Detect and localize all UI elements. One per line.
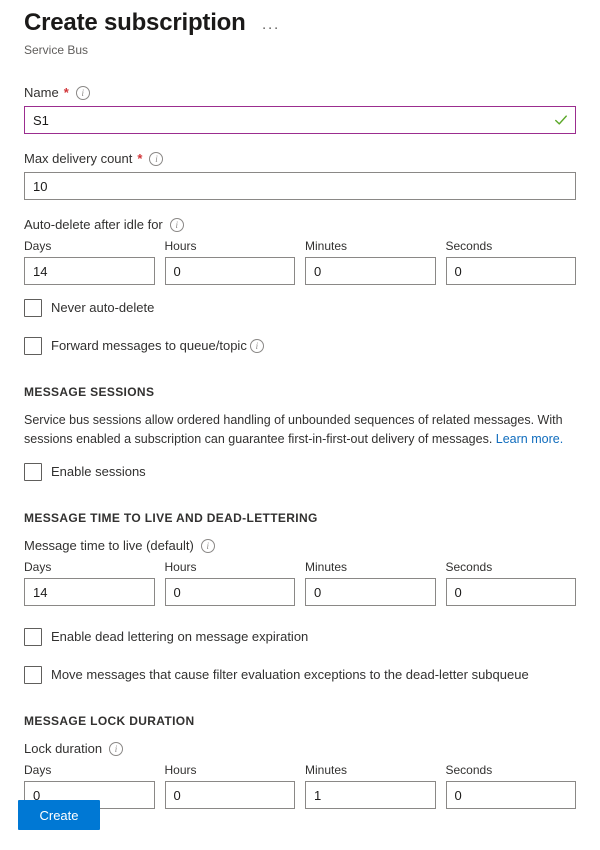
name-required-asterisk: * xyxy=(64,84,69,102)
name-label-row: Name * i xyxy=(24,84,576,102)
section-heading-message-sessions: MESSAGE SESSIONS xyxy=(24,385,576,399)
section-heading-lock-duration: MESSAGE LOCK DURATION xyxy=(24,714,576,728)
auto-delete-duration-group: Days Hours Minutes Seconds xyxy=(24,238,576,285)
auto-delete-seconds-label: Seconds xyxy=(446,238,577,254)
checkbox-label-text: Forward messages to queue/topic xyxy=(51,337,247,355)
ttl-duration-group: Days Hours Minutes Seconds xyxy=(24,559,576,606)
title-row: Create subscription ··· xyxy=(24,8,576,38)
name-label: Name xyxy=(24,84,59,102)
ttl-hours-label: Hours xyxy=(165,559,296,575)
checkbox-enable-dead-lettering[interactable]: Enable dead lettering on message expirat… xyxy=(24,628,576,646)
auto-delete-minutes-input[interactable] xyxy=(305,257,436,285)
auto-delete-days-label: Days xyxy=(24,238,155,254)
field-auto-delete: Auto-delete after idle for i Days Hours … xyxy=(24,216,576,285)
auto-delete-hours-input[interactable] xyxy=(165,257,296,285)
auto-delete-days-cell: Days xyxy=(24,238,155,285)
info-icon[interactable]: i xyxy=(201,539,215,553)
name-input-wrap xyxy=(24,106,576,134)
auto-delete-seconds-cell: Seconds xyxy=(446,238,577,285)
checkbox-box[interactable] xyxy=(24,463,42,481)
create-subscription-blade: Create subscription ··· Service Bus Name… xyxy=(0,0,600,850)
checkbox-label: Never auto-delete xyxy=(51,299,154,317)
blade-subtitle: Service Bus xyxy=(24,42,576,58)
form-body: Name * i Max delivery count * i A xyxy=(0,84,600,809)
info-icon[interactable]: i xyxy=(76,86,90,100)
ttl-hours-cell: Hours xyxy=(165,559,296,606)
ttl-hours-input[interactable] xyxy=(165,578,296,606)
name-input[interactable] xyxy=(24,106,576,134)
ttl-seconds-input[interactable] xyxy=(446,578,577,606)
message-sessions-description: Service bus sessions allow ordered handl… xyxy=(24,411,576,449)
field-max-delivery-count: Max delivery count * i xyxy=(24,150,576,200)
ttl-seconds-cell: Seconds xyxy=(446,559,577,606)
ttl-minutes-cell: Minutes xyxy=(305,559,436,606)
ttl-minutes-input[interactable] xyxy=(305,578,436,606)
ttl-days-cell: Days xyxy=(24,559,155,606)
lock-minutes-label: Minutes xyxy=(305,762,436,778)
info-icon[interactable]: i xyxy=(149,152,163,166)
ttl-label: Message time to live (default) xyxy=(24,537,194,555)
auto-delete-hours-cell: Hours xyxy=(165,238,296,285)
ttl-label-row: Message time to live (default) i xyxy=(24,537,576,555)
lock-seconds-label: Seconds xyxy=(446,762,577,778)
info-icon[interactable]: i xyxy=(250,339,264,353)
checkbox-label: Move messages that cause filter evaluati… xyxy=(51,666,529,684)
field-message-ttl: Message time to live (default) i Days Ho… xyxy=(24,537,576,606)
lock-duration-label-row: Lock duration i xyxy=(24,740,576,758)
blade-footer: Create xyxy=(0,800,600,850)
checkbox-move-filter-exceptions[interactable]: Move messages that cause filter evaluati… xyxy=(24,666,576,684)
lock-days-label: Days xyxy=(24,762,155,778)
max-delivery-count-input[interactable] xyxy=(24,172,576,200)
checkbox-forward-messages[interactable]: Forward messages to queue/topic i xyxy=(24,337,576,355)
learn-more-link[interactable]: Learn more. xyxy=(496,432,563,446)
checkbox-enable-sessions[interactable]: Enable sessions xyxy=(24,463,576,481)
auto-delete-label: Auto-delete after idle for xyxy=(24,216,163,234)
field-name: Name * i xyxy=(24,84,576,134)
max-delivery-count-label-row: Max delivery count * i xyxy=(24,150,576,168)
checkbox-box[interactable] xyxy=(24,299,42,317)
auto-delete-minutes-cell: Minutes xyxy=(305,238,436,285)
lock-hours-label: Hours xyxy=(165,762,296,778)
message-sessions-description-text: Service bus sessions allow ordered handl… xyxy=(24,413,563,446)
auto-delete-hours-label: Hours xyxy=(165,238,296,254)
create-button[interactable]: Create xyxy=(18,800,100,830)
section-heading-ttl-dead-lettering: MESSAGE TIME TO LIVE AND DEAD-LETTERING xyxy=(24,511,576,525)
blade-header: Create subscription ··· Service Bus xyxy=(0,0,600,58)
checkbox-label: Forward messages to queue/topic i xyxy=(51,337,264,355)
checkbox-box[interactable] xyxy=(24,337,42,355)
auto-delete-minutes-label: Minutes xyxy=(305,238,436,254)
field-lock-duration: Lock duration i Days Hours Minutes Secon… xyxy=(24,740,576,809)
auto-delete-days-input[interactable] xyxy=(24,257,155,285)
auto-delete-label-row: Auto-delete after idle for i xyxy=(24,216,576,234)
checkbox-never-auto-delete[interactable]: Never auto-delete xyxy=(24,299,576,317)
page-title: Create subscription xyxy=(24,8,246,38)
max-delivery-count-label: Max delivery count xyxy=(24,150,132,168)
ttl-seconds-label: Seconds xyxy=(446,559,577,575)
more-options-icon[interactable]: ··· xyxy=(258,14,284,36)
ttl-days-input[interactable] xyxy=(24,578,155,606)
checkbox-label: Enable sessions xyxy=(51,463,146,481)
max-delivery-count-required-asterisk: * xyxy=(137,150,142,168)
ttl-days-label: Days xyxy=(24,559,155,575)
ttl-minutes-label: Minutes xyxy=(305,559,436,575)
auto-delete-seconds-input[interactable] xyxy=(446,257,577,285)
info-icon[interactable]: i xyxy=(109,742,123,756)
checkbox-box[interactable] xyxy=(24,628,42,646)
lock-duration-label: Lock duration xyxy=(24,740,102,758)
checkbox-box[interactable] xyxy=(24,666,42,684)
info-icon[interactable]: i xyxy=(170,218,184,232)
checkbox-label: Enable dead lettering on message expirat… xyxy=(51,628,308,646)
